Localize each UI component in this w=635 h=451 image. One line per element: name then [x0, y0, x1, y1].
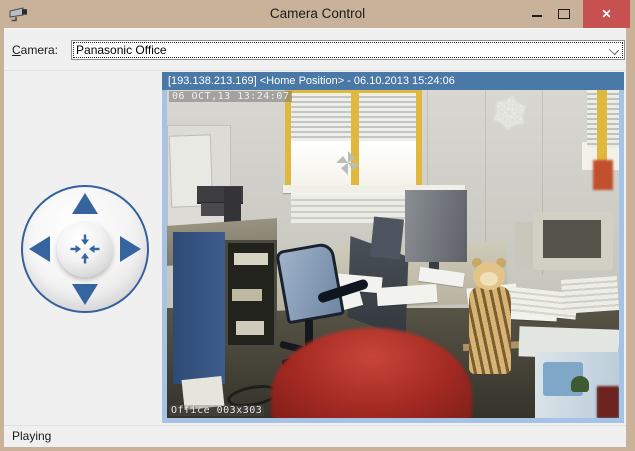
- close-button[interactable]: ✕: [583, 0, 630, 28]
- red-object: [597, 386, 619, 418]
- maximize-icon: [558, 9, 570, 19]
- status-bar: Playing: [4, 425, 626, 447]
- chevron-down-icon[interactable]: [609, 44, 619, 54]
- maximize-button[interactable]: [550, 0, 577, 28]
- paper-stack: [561, 276, 619, 314]
- blue-cabinet: [173, 232, 225, 384]
- small-plant: [571, 376, 589, 392]
- tiger-plush: [469, 286, 511, 374]
- shelf-item: [236, 321, 264, 335]
- camera-toolbar: Camera: Panasonic Office: [4, 29, 626, 71]
- pan-left-button[interactable]: [29, 236, 50, 262]
- pc-tower: [515, 222, 535, 268]
- shelf-item: [232, 289, 262, 301]
- client-area: Camera: Panasonic Office: [4, 28, 626, 447]
- pan-right-button[interactable]: [120, 236, 141, 262]
- camera-label: Camera:: [12, 43, 58, 57]
- video-frame: ❄: [162, 90, 624, 423]
- video-panel: [193.138.213.169] <Home Position> - 06.1…: [162, 72, 624, 423]
- pan-up-button[interactable]: [72, 193, 98, 214]
- right-curtain: [593, 160, 613, 190]
- flat-monitor: [405, 190, 467, 262]
- video-position-overlay: Office 003x303: [169, 405, 264, 416]
- center-window: [285, 90, 422, 192]
- camera-select[interactable]: Panasonic Office: [71, 40, 625, 60]
- camera-video-feed: ❄: [167, 90, 619, 418]
- camera-select-value: Panasonic Office: [72, 43, 167, 57]
- paper-pinwheel: [335, 150, 361, 176]
- video-timestamp-overlay: 06 OCT,13 13:24:07: [169, 91, 292, 102]
- close-icon: ✕: [601, 7, 611, 21]
- center-home-button[interactable]: [57, 221, 113, 277]
- main-area: [193.138.213.169] <Home Position> - 06.1…: [4, 71, 626, 425]
- office-chair-back: [275, 242, 345, 325]
- snowflake-icon: ❄: [488, 90, 531, 142]
- crt-monitor: [533, 212, 613, 270]
- tiger-plush-face: [480, 272, 498, 286]
- minimize-icon: [532, 15, 542, 17]
- caption-buttons: ✕: [523, 0, 630, 28]
- speaker: [224, 187, 241, 222]
- center-arrows-icon: [70, 234, 100, 264]
- shelf-item: [234, 253, 268, 265]
- ptz-joystick: [21, 185, 149, 313]
- pan-down-button[interactable]: [72, 284, 98, 305]
- video-header: [193.138.213.169] <Home Position> - 06.1…: [162, 72, 624, 90]
- monitor-back: [370, 217, 404, 260]
- minimize-button[interactable]: [523, 0, 550, 28]
- titlebar[interactable]: Camera Control ✕: [0, 0, 635, 28]
- app-window: Camera Control ✕ Camera: Panasonic Offic…: [0, 0, 635, 451]
- crt-screen: [543, 220, 601, 258]
- open-shelf: [225, 240, 277, 348]
